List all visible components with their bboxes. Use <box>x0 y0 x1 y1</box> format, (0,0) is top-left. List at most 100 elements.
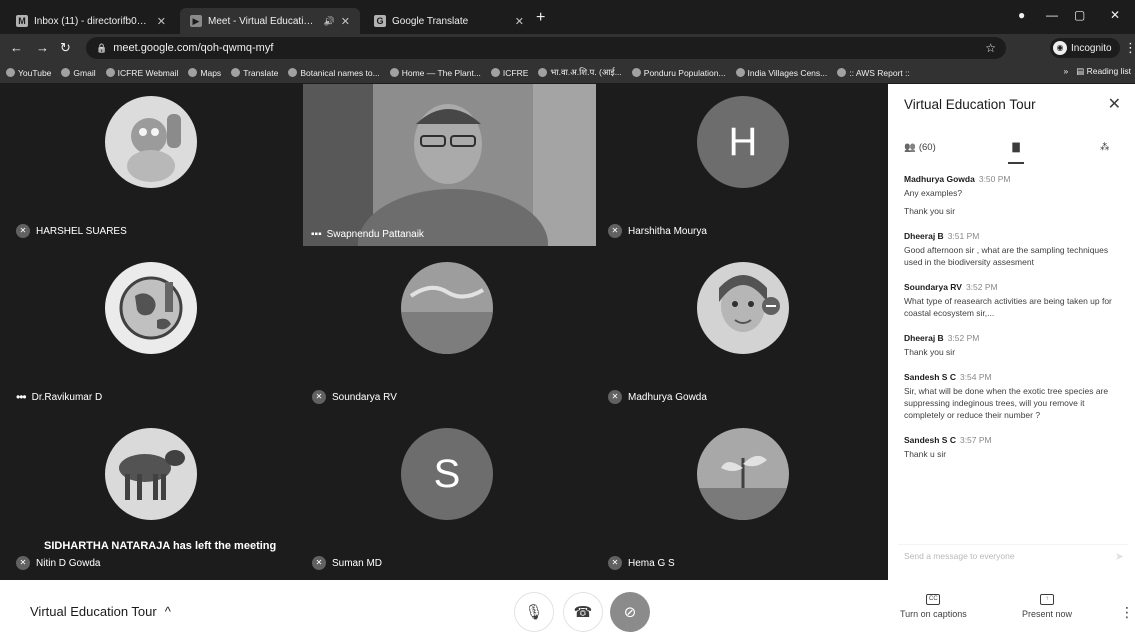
tab-activities[interactable]: ⁂ <box>1100 134 1110 160</box>
new-tab-plus-icon[interactable]: + <box>536 9 545 27</box>
bookmark-item[interactable]: :: AWS Report :: <box>837 68 910 78</box>
tab-translate[interactable]: G Google Translate ✕ <box>364 8 534 34</box>
reload-icon[interactable]: ↻ <box>60 40 71 56</box>
participant-tile[interactable]: ••• Dr.Ravikumar D <box>4 250 298 412</box>
bookmark-item[interactable]: YouTube <box>6 68 51 78</box>
chat-message: Dheeraj B 3:52 PM Thank you sir <box>904 333 1126 358</box>
message-time: 3:57 PM <box>959 435 992 445</box>
speaker-icon[interactable]: 🔊 <box>324 16 335 27</box>
chrome-menu-icon[interactable]: ⋮ <box>1124 40 1135 56</box>
avatar-animal-photo-icon <box>105 428 197 520</box>
participant-name: Madhurya Gowda <box>628 391 707 403</box>
message-text: Thank you sir <box>904 347 956 357</box>
minimize-icon[interactable]: — <box>1046 8 1058 22</box>
bookmark-item[interactable]: भा.वा.अ.शि.प. (आई... <box>538 67 622 78</box>
icfre-hindi-icon <box>538 68 548 77</box>
participant-name-tag: ••• Dr.Ravikumar D <box>16 390 102 404</box>
panel-title: Virtual Education Tour <box>904 97 1036 112</box>
avatar-believe-image-icon <box>401 262 493 354</box>
incognito-badge[interactable]: ◉ Incognito <box>1050 38 1120 58</box>
more-bookmarks-chevron[interactable]: » <box>1063 66 1068 77</box>
bookmark-item[interactable]: Botanical names to... <box>288 67 380 78</box>
bookmark-item[interactable]: India Villages Cens... <box>735 68 827 78</box>
tab-title: Inbox (11) - directorifb01@gma <box>34 15 151 27</box>
captions-button[interactable]: CC Turn on captions <box>900 594 967 619</box>
message-sender: Dheeraj B <box>904 333 944 343</box>
message-sender: Soundarya RV <box>904 282 962 292</box>
tab-close-icon[interactable]: ✕ <box>515 15 524 28</box>
mic-off-icon: ✕ <box>312 556 326 570</box>
present-now-button[interactable]: ↑ Present now <box>1022 594 1072 619</box>
present-label: Present now <box>1022 609 1073 619</box>
participant-tile[interactable]: S ✕ Suman MD <box>300 416 594 578</box>
participant-name: Swapnendu Pattanaik <box>326 229 424 240</box>
mic-off-icon: ✕ <box>608 390 622 404</box>
bookmark-item[interactable]: Home — The Plant... <box>389 67 481 78</box>
back-arrow-icon[interactable]: ← <box>10 40 23 55</box>
tab-title: Meet - Virtual Education Tou <box>208 15 318 27</box>
camera-off-icon: ⊘ <box>623 604 637 621</box>
browser-tab-bar: M Inbox (11) - directorifb01@gma ✕ ▶ Mee… <box>0 0 1135 34</box>
participant-tile[interactable]: ✕ HARSHEL SUARES <box>4 84 298 246</box>
tab-people[interactable]: 👥 (60) <box>904 134 936 160</box>
bookmark-item[interactable]: Translate <box>231 68 278 78</box>
restore-icon[interactable]: ▢ <box>1074 8 1085 22</box>
more-options-icon[interactable]: ⋮ <box>1120 604 1134 621</box>
avatar <box>401 262 493 354</box>
tab-close-icon[interactable]: ✕ <box>157 15 166 28</box>
translate-favicon-icon: G <box>374 15 386 27</box>
message-text: Thank you sir <box>904 206 956 216</box>
omnibox[interactable]: 🔒 meet.google.com/qoh-qwmq-myf ☆ <box>86 37 1006 59</box>
close-panel-icon[interactable]: ✕ <box>1108 94 1121 114</box>
profile-dot-icon[interactable]: ● <box>1018 8 1025 22</box>
tab-close-icon[interactable]: ✕ <box>341 15 350 28</box>
bookmark-star-icon[interactable]: ☆ <box>985 41 996 55</box>
reading-list[interactable]: ▤ Reading list <box>1076 66 1131 77</box>
translate-icon <box>231 68 241 77</box>
message-header: Sandesh S C 3:57 PM <box>904 435 1126 445</box>
bookmark-item[interactable]: ICFRE Webmail <box>105 68 178 78</box>
chat-message-input[interactable] <box>904 551 1104 561</box>
meeting-name: Virtual Education Tour <box>30 604 157 619</box>
bookmark-label: Botanical names to... <box>300 67 380 78</box>
bookmark-item[interactable]: Maps <box>188 68 221 78</box>
people-icon: 👥 <box>904 141 916 153</box>
tab-chat[interactable]: ▇ <box>1008 134 1024 164</box>
bookmark-label: Home — The Plant... <box>401 67 481 78</box>
youtube-icon <box>6 68 15 77</box>
meeting-details-toggle[interactable]: Virtual Education Tour ^ <box>30 604 171 619</box>
window-close-icon[interactable]: ✕ <box>1110 8 1120 22</box>
bookmark-item[interactable]: Ponduru Population... <box>631 68 726 78</box>
message-header: Madhurya Gowda 3:50 PM <box>904 174 1126 184</box>
bookmark-item[interactable]: Gmail <box>61 68 96 78</box>
maps-icon <box>188 68 198 77</box>
bookmark-item[interactable]: ICFRE <box>490 68 528 78</box>
message-header: Sandesh S C 3:54 PM <box>904 372 1126 382</box>
participant-tile[interactable]: ✕ Madhurya Gowda <box>596 250 890 412</box>
presenter-video-tile[interactable]: ▪▪▪ Swapnendu Pattanaik <box>303 84 596 246</box>
mic-off-icon: ✕ <box>16 556 30 570</box>
tab-meet[interactable]: ▶ Meet - Virtual Education Tou 🔊 ✕ <box>180 8 360 34</box>
mic-off-icon: ✕ <box>608 556 622 570</box>
avatar-photo-person-icon <box>697 262 789 354</box>
participant-tile[interactable]: H ✕ Harshitha Mourya <box>596 84 890 246</box>
send-icon[interactable]: ➤ <box>1115 550 1124 563</box>
participant-name: HARSHEL SUARES <box>36 225 127 237</box>
participant-tile[interactable]: ✕ Nitin D Gowda <box>4 416 298 578</box>
forward-arrow-icon[interactable]: → <box>36 40 49 55</box>
leave-call-button[interactable]: ☎ <box>563 592 603 632</box>
chat-message: Sandesh S C 3:54 PM Sir, what will be don… <box>904 372 1126 421</box>
message-sender: Sandesh S C <box>904 372 956 382</box>
camera-off-button[interactable]: ⊘ <box>610 592 650 632</box>
chat-message: Dheeraj B 3:51 PM Good afternoon sir , wh… <box>904 231 1126 268</box>
participant-tile[interactable]: ✕ Hema G S <box>596 416 890 578</box>
participant-tile[interactable]: ✕ Soundarya RV <box>300 250 594 412</box>
participant-name-tag: ✕ Harshitha Mourya <box>608 224 707 238</box>
mic-off-icon: ✕ <box>312 390 326 404</box>
avatar <box>697 262 789 354</box>
microphone-button[interactable]: 🎙 <box>514 592 554 632</box>
population-icon <box>631 68 641 77</box>
tab-inbox[interactable]: M Inbox (11) - directorifb01@gma ✕ <box>6 8 176 34</box>
avatar-plant-photo-icon <box>697 428 789 520</box>
message-sender: Dheeraj B <box>904 231 944 241</box>
